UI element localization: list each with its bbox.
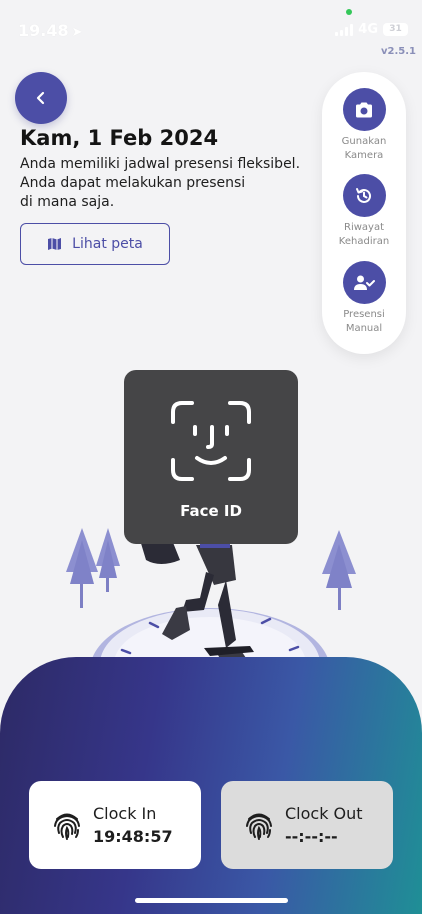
view-map-button[interactable]: Lihat peta	[20, 223, 170, 265]
side-label-line: Kehadiran	[338, 236, 390, 247]
history-icon	[356, 187, 371, 203]
schedule-line: di mana saja.	[20, 194, 115, 210]
fingerprint-icon	[54, 813, 80, 840]
user-check-icon	[354, 275, 375, 290]
side-label-line: Manual	[345, 323, 383, 334]
page-title: Kam, 1 Feb 2024	[20, 126, 219, 150]
side-label: Gunakan Kamera	[322, 135, 406, 163]
face-id-dialog: Face ID	[124, 370, 298, 544]
clock-out-button[interactable]: Clock Out --:--:--	[221, 781, 393, 869]
clock-out-time: --:--:--	[285, 827, 338, 846]
schedule-line: Anda dapat melakukan presensi	[20, 175, 246, 191]
quick-actions-menu: Gunakan Kamera Riwayat Kehadiran Presens…	[322, 72, 406, 354]
clock-in-text: Clock In 19:48:57	[93, 804, 173, 846]
fingerprint-icon	[246, 813, 272, 840]
side-label-line: Kamera	[344, 150, 384, 161]
side-icon-circle	[342, 174, 386, 217]
back-button[interactable]	[15, 72, 67, 124]
map-icon	[48, 238, 62, 250]
clock-in-label: Clock In	[93, 804, 157, 823]
side-label-line: Gunakan	[341, 136, 387, 147]
side-label-line: Presensi	[343, 309, 385, 320]
side-icon-circle	[342, 88, 386, 131]
side-label: Riwayat Kehadiran	[322, 221, 406, 249]
tree-left-icon	[66, 528, 120, 608]
side-label: Presensi Manual	[322, 308, 406, 336]
tree-right-icon	[322, 530, 356, 610]
face-id-label: Face ID	[180, 502, 242, 520]
clock-out-text: Clock Out --:--:--	[285, 804, 363, 846]
schedule-info: Anda memiliki jadwal presensi fleksibel.…	[20, 155, 310, 212]
schedule-line: Anda memiliki jadwal presensi fleksibel.	[20, 156, 301, 172]
side-label-line: Riwayat	[344, 222, 384, 233]
clock-in-time: 19:48:57	[93, 827, 173, 846]
home-indicator[interactable]	[135, 898, 288, 903]
clock-in-button[interactable]: Clock In 19:48:57	[29, 781, 201, 869]
clock-out-label: Clock Out	[285, 804, 363, 823]
side-icon-circle	[342, 261, 386, 304]
chevron-left-icon	[36, 91, 45, 105]
camera-icon	[356, 102, 372, 117]
attendance-history-button[interactable]: Riwayat Kehadiran	[322, 174, 406, 249]
view-map-label: Lihat peta	[72, 236, 143, 252]
face-id-icon	[171, 401, 251, 481]
manual-attendance-button[interactable]: Presensi Manual	[322, 261, 406, 336]
use-camera-button[interactable]: Gunakan Kamera	[322, 88, 406, 163]
